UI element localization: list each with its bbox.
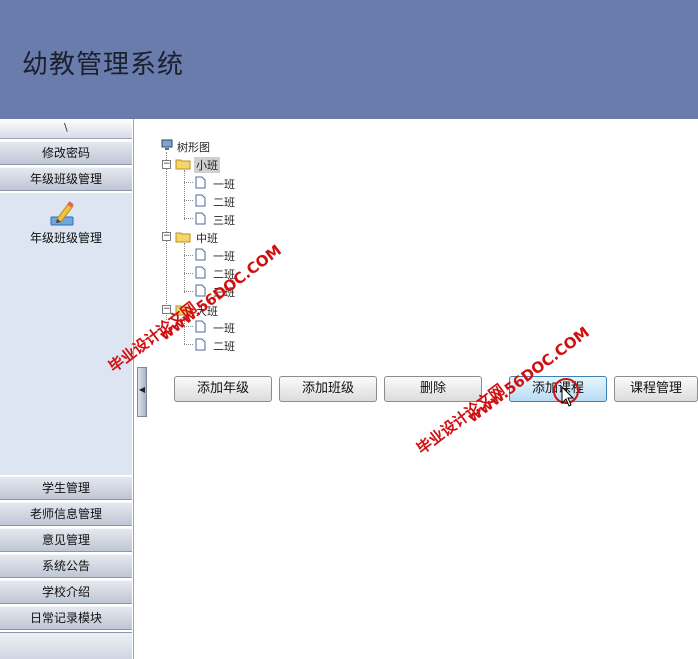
add-grade-button[interactable]: 添加年级 [174, 376, 272, 402]
mouse-cursor-icon [561, 385, 575, 408]
module-label[interactable]: 年级班级管理 [0, 229, 132, 246]
document-icon [195, 176, 206, 189]
tree-grade-label[interactable]: 小班 [194, 157, 220, 173]
add-class-button[interactable]: 添加班级 [279, 376, 377, 402]
tree-toggle-grade-1[interactable]: − [162, 160, 171, 169]
arrow-left-icon: ◀ [138, 385, 146, 394]
document-icon [195, 212, 206, 225]
tree-class-label[interactable]: 二班 [213, 338, 235, 354]
document-icon [195, 320, 206, 333]
sidebar-bottom-bar [0, 632, 132, 659]
grade-class-tree: 树形图 − 小班 一班 二班 三班 − 中班 一班 二班 三班 − 大班 一班 … [160, 138, 420, 358]
sidebar-module-panel: 年级班级管理 [0, 193, 132, 475]
document-icon [195, 266, 206, 279]
tree-toggle-grade-2[interactable]: − [162, 232, 171, 241]
document-icon [195, 338, 206, 351]
course-manage-button[interactable]: 课程管理 [614, 376, 698, 402]
sidebar-item-school-intro[interactable]: 学校介绍 [0, 580, 132, 604]
tree-class-label[interactable]: 三班 [213, 212, 235, 228]
watermark-url: www.56DOC.COM [464, 323, 593, 427]
sidebar-top-mark: \ [64, 121, 68, 134]
folder-icon [175, 158, 191, 170]
sidebar-item-teacher-info[interactable]: 老师信息管理 [0, 502, 132, 526]
tree-grade-label[interactable]: 中班 [196, 230, 218, 246]
folder-icon [175, 231, 191, 243]
sidebar-item-daily-record[interactable]: 日常记录模块 [0, 606, 132, 630]
sidebar-item-feedback-manage[interactable]: 意见管理 [0, 528, 132, 552]
tree-class-label[interactable]: 二班 [213, 194, 235, 210]
document-icon [195, 248, 206, 261]
tree-class-label[interactable]: 一班 [213, 176, 235, 192]
pencil-icon[interactable] [49, 199, 79, 227]
sidebar-collapse-handle[interactable]: ◀ [137, 367, 147, 417]
document-icon [195, 194, 206, 207]
sidebar-item-system-notice[interactable]: 系统公告 [0, 554, 132, 578]
computer-icon [161, 139, 173, 151]
sidebar-top-bar: \ [0, 119, 132, 139]
sidebar-item-grade-class-manage[interactable]: 年级班级管理 [0, 167, 132, 191]
app-title: 幼教管理系统 [22, 50, 185, 80]
sidebar-item-student-manage[interactable]: 学生管理 [0, 476, 132, 500]
tree-class-label[interactable]: 一班 [213, 320, 235, 336]
tree-class-label[interactable]: 一班 [213, 248, 235, 264]
delete-button[interactable]: 删除 [384, 376, 482, 402]
sidebar-item-change-password[interactable]: 修改密码 [0, 141, 132, 165]
sidebar: \ 修改密码 年级班级管理 年级班级管理 学生管理 老师信息管理 意见管理 系统… [0, 119, 134, 659]
app-header: 幼教管理系统 [0, 0, 698, 119]
tree-root-label: 树形图 [177, 141, 210, 154]
